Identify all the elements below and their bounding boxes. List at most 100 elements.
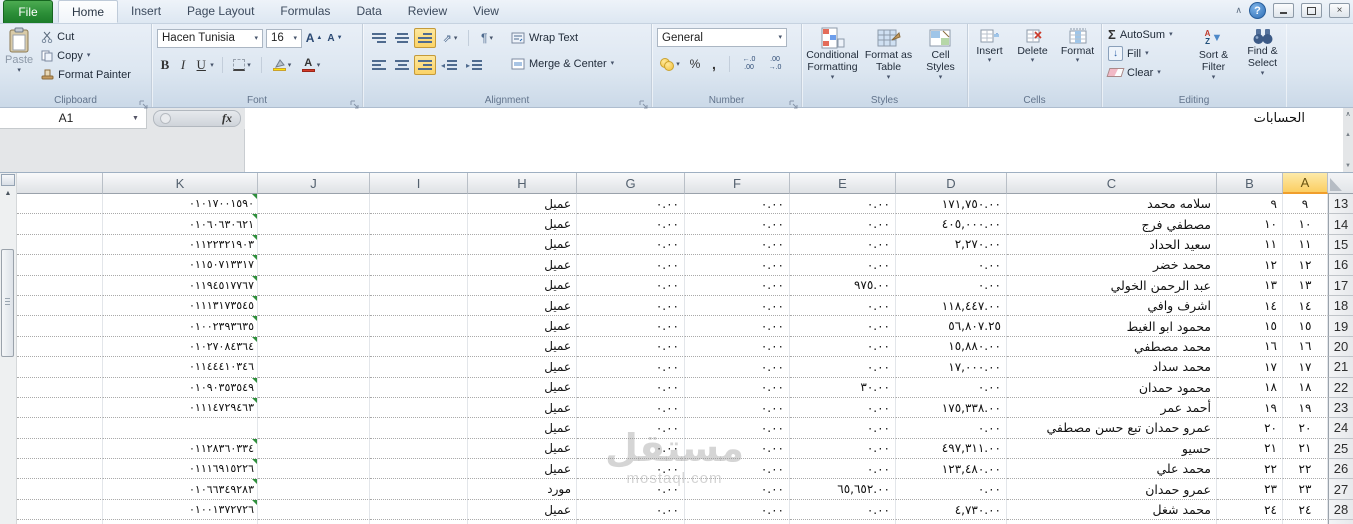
cell-stub28[interactable] [17, 499, 103, 521]
cell-I27[interactable] [370, 479, 468, 500]
tab-review[interactable]: Review [395, 0, 460, 23]
row-header-25[interactable]: 25 [1328, 438, 1353, 460]
cell-H23[interactable]: عميل [468, 397, 577, 419]
cell-D26[interactable]: ١٢٣,٤٨٠.٠٠ [896, 459, 1007, 480]
cell-E23[interactable]: ٠.٠٠ [790, 397, 896, 419]
font-size-combo[interactable]: 16 ▾ [266, 28, 302, 48]
cell-C17[interactable]: عبد الرحمن الخولي [1007, 275, 1217, 296]
borders-button[interactable]: ▾ [230, 55, 254, 75]
cell-H15[interactable]: عميل [468, 234, 577, 256]
cell-stub13[interactable] [17, 194, 103, 215]
cell-H21[interactable]: عميل [468, 357, 577, 378]
tab-page-layout[interactable]: Page Layout [174, 0, 267, 23]
cell-A21[interactable]: ١٧ [1283, 357, 1328, 378]
cell-H25[interactable]: عميل [468, 438, 577, 460]
cell-A15[interactable]: ١١ [1283, 234, 1328, 256]
cell-H27[interactable]: مورد [468, 479, 577, 500]
cell-J29[interactable] [258, 520, 370, 524]
cell-I17[interactable] [370, 275, 468, 296]
align-top-button[interactable] [368, 28, 390, 48]
align-right-button[interactable] [414, 55, 436, 75]
cell-J22[interactable] [258, 377, 370, 398]
cell-K23[interactable]: ٠١١١٤٧٢٩٤٦٣ [103, 397, 258, 419]
cell-H29[interactable] [468, 520, 577, 524]
cell-K16[interactable]: ٠١١٥٠٧١٣٣١٧ [103, 255, 258, 276]
column-header-K[interactable]: K [103, 173, 258, 194]
column-header-E[interactable]: E [790, 173, 896, 194]
formula-bar-scroll-down-icon[interactable]: ▼ [1345, 163, 1351, 169]
cell-J16[interactable] [258, 255, 370, 276]
column-header-F[interactable]: F [685, 173, 790, 194]
cell-J19[interactable] [258, 316, 370, 337]
cell-J21[interactable] [258, 357, 370, 378]
row-header-19[interactable]: 19 [1328, 316, 1353, 337]
cell-F23[interactable]: ٠.٠٠ [685, 397, 790, 419]
cell-I21[interactable] [370, 357, 468, 378]
cell-F13[interactable]: ٠.٠٠ [685, 194, 790, 215]
cell-J26[interactable] [258, 459, 370, 480]
cell-I23[interactable] [370, 397, 468, 419]
cell-F14[interactable]: ٠.٠٠ [685, 214, 790, 235]
wrap-text-button[interactable]: Wrap Text [509, 28, 580, 47]
align-center-button[interactable] [391, 55, 413, 75]
cell-E19[interactable]: ٠.٠٠ [790, 316, 896, 337]
cell-J25[interactable] [258, 438, 370, 460]
cell-E13[interactable]: ٠.٠٠ [790, 194, 896, 215]
cell-F21[interactable]: ٠.٠٠ [685, 357, 790, 378]
cell-G19[interactable]: ٠.٠٠ [577, 316, 685, 337]
cell-B23[interactable]: ١٩ [1217, 397, 1283, 419]
cut-button[interactable]: Cut [39, 27, 133, 46]
row-header-27[interactable]: 27 [1328, 479, 1353, 500]
cell-B29[interactable] [1217, 520, 1283, 524]
increase-indent-button[interactable]: ▸ [462, 55, 486, 75]
cell-C16[interactable]: محمد خضر [1007, 255, 1217, 276]
tab-home[interactable]: Home [58, 0, 119, 23]
cell-B16[interactable]: ١٢ [1217, 255, 1283, 276]
cell-B18[interactable]: ١٤ [1217, 295, 1283, 317]
column-header-A[interactable]: A [1283, 173, 1328, 194]
cell-K22[interactable]: ٠١٠٩٠٣٥٣٥٤٩ [103, 377, 258, 398]
underline-button[interactable]: U ▾ [193, 55, 215, 75]
cell-K29[interactable] [103, 520, 258, 524]
column-header-C[interactable]: C [1007, 173, 1217, 194]
cell-B15[interactable]: ١١ [1217, 234, 1283, 256]
cell-B17[interactable]: ١٣ [1217, 275, 1283, 296]
cell-A13[interactable]: ٩ [1283, 194, 1328, 215]
row-header-22[interactable]: 22 [1328, 377, 1353, 398]
copy-dropdown-icon[interactable]: ▾ [87, 52, 91, 59]
number-format-combo[interactable]: General ▾ [657, 28, 787, 47]
formula-bar-input[interactable]: الحسابات [245, 108, 1343, 172]
cell-I25[interactable] [370, 438, 468, 460]
sort-filter-button[interactable]: AZ ▼ Sort & Filter ▾ [1190, 25, 1237, 92]
cell-D18[interactable]: ١١٨,٤٤٧.٠٠ [896, 295, 1007, 317]
cell-F19[interactable]: ٠.٠٠ [685, 316, 790, 337]
cell-G16[interactable]: ٠.٠٠ [577, 255, 685, 276]
cell-H20[interactable]: عميل [468, 336, 577, 358]
cell-C19[interactable]: محمود ابو الغيط [1007, 316, 1217, 337]
clear-button[interactable]: Clear ▾ [1106, 63, 1188, 82]
vertical-scrollbar[interactable]: ▲ [0, 173, 17, 524]
cell-I18[interactable] [370, 295, 468, 317]
cell-stub14[interactable] [17, 214, 103, 235]
cell-stub16[interactable] [17, 255, 103, 276]
name-box[interactable]: A1 ▼ [0, 108, 147, 129]
cell-stub24[interactable] [17, 418, 103, 439]
align-left-button[interactable] [368, 55, 390, 75]
cell-F25[interactable]: ٠.٠٠ [685, 438, 790, 460]
cell-B26[interactable]: ٢٢ [1217, 459, 1283, 480]
cell-G18[interactable]: ٠.٠٠ [577, 295, 685, 317]
number-dialog-launcher[interactable] [789, 96, 798, 109]
cell-K25[interactable]: ٠١١٢٨٣٦٠٣٣٤ [103, 438, 258, 460]
cell-J15[interactable] [258, 234, 370, 256]
row-header-18[interactable]: 18 [1328, 295, 1353, 317]
cell-A28[interactable]: ٢٤ [1283, 499, 1328, 521]
cell-I22[interactable] [370, 377, 468, 398]
cell-J28[interactable] [258, 499, 370, 521]
paste-dropdown-icon[interactable]: ▾ [17, 67, 21, 74]
cell-E14[interactable]: ٠.٠٠ [790, 214, 896, 235]
cell-D13[interactable]: ١٧١,٧٥٠.٠٠ [896, 194, 1007, 215]
tab-formulas[interactable]: Formulas [267, 0, 343, 23]
row-header-26[interactable]: 26 [1328, 459, 1353, 480]
cell-E28[interactable]: ٠.٠٠ [790, 499, 896, 521]
cell-D28[interactable]: ٤,٧٣٠.٠٠ [896, 499, 1007, 521]
